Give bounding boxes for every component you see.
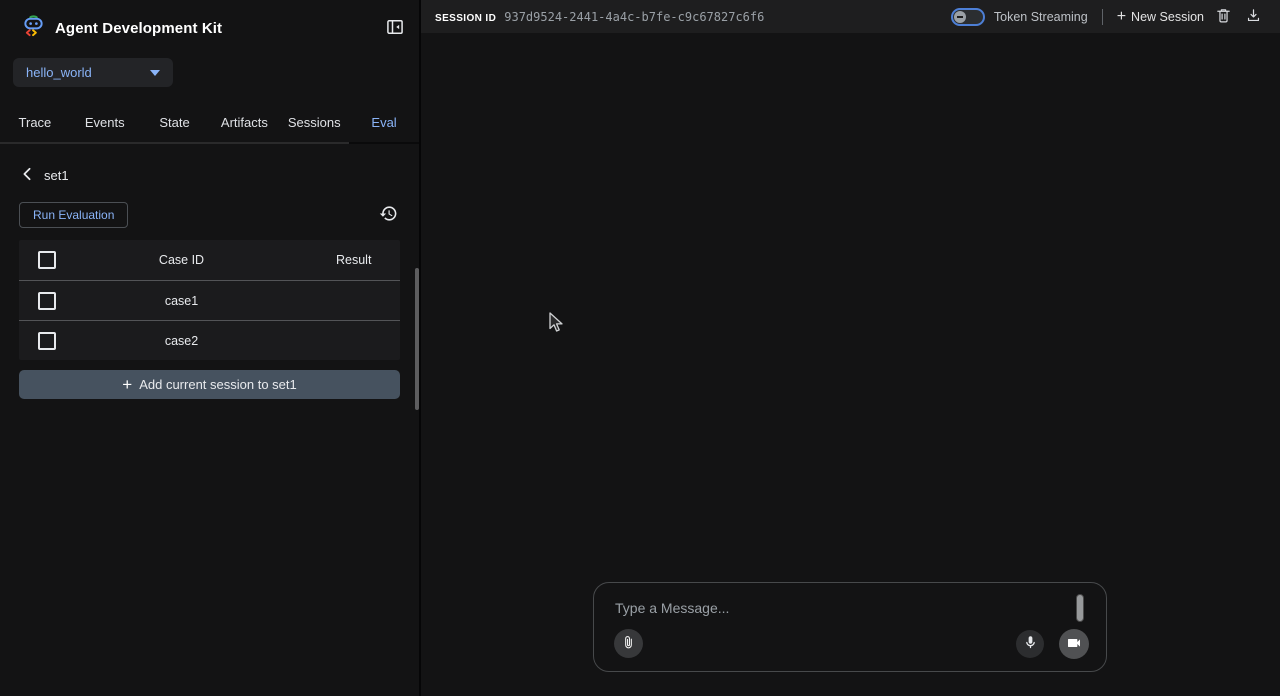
message-input-container [593,582,1107,672]
table-row[interactable]: case1 [19,280,400,320]
panel-header: Agent Development Kit [0,0,419,48]
case-id-cell[interactable]: case1 [109,294,254,308]
paperclip-icon [621,635,636,653]
add-current-session-label: Add current session to set1 [139,377,297,392]
plus-icon: + [122,376,132,393]
run-evaluation-button[interactable]: Run Evaluation [19,202,128,228]
collapse-panel-button[interactable] [383,15,407,42]
video-button[interactable] [1059,629,1089,659]
eval-set-name: set1 [44,168,69,183]
session-bar-actions: Token Streaming + New Session [951,5,1264,29]
row-checkbox[interactable] [38,292,56,310]
select-all-checkbox[interactable] [38,251,56,269]
session-id-label: SESSION ID [435,13,496,24]
back-button[interactable] [19,165,35,186]
session-bar: SESSION ID 937d9524-2441-4a4c-b7fe-c9c67… [421,0,1280,33]
tab-state[interactable]: State [140,104,210,144]
eval-panel: set1 Run Evaluation Case ID [0,144,419,696]
column-header-case-id: Case ID [109,253,254,267]
delete-session-button[interactable] [1213,5,1234,29]
adk-web-app: Agent Development Kit hello_world Trace … [0,0,1280,696]
mic-button[interactable] [1016,630,1044,658]
row-checkbox[interactable] [38,332,56,350]
agent-select-dropdown[interactable]: hello_world [13,58,173,87]
download-icon [1245,7,1262,27]
panel-scrollbar-thumb[interactable] [415,268,419,410]
tab-sessions[interactable]: Sessions [279,104,349,144]
eval-history-button[interactable] [377,202,400,228]
mic-icon [1023,635,1038,653]
token-streaming-toggle[interactable] [951,8,985,26]
app-title: Agent Development Kit [55,20,373,37]
add-current-session-button[interactable]: + Add current session to set1 [19,370,400,399]
chevron-left-icon [21,167,33,184]
dropdown-arrow-icon [150,70,160,76]
tab-artifacts[interactable]: Artifacts [209,104,279,144]
table-header-row: Case ID Result [19,240,400,280]
agent-select-value: hello_world [26,65,92,80]
session-id-group: SESSION ID 937d9524-2441-4a4c-b7fe-c9c67… [435,10,951,24]
eval-cases-table: Case ID Result case1 case2 [19,240,400,360]
attach-file-button[interactable] [614,629,643,658]
session-id-value: 937d9524-2441-4a4c-b7fe-c9c67827c6f6 [504,10,764,24]
plus-icon: + [1117,9,1126,25]
history-icon [379,204,398,226]
tab-trace[interactable]: Trace [0,104,70,144]
new-session-button[interactable]: + New Session [1117,9,1204,25]
toggle-knob [954,11,966,23]
tab-events[interactable]: Events [70,104,140,144]
input-scrollbar-thumb[interactable] [1076,594,1084,622]
tab-eval[interactable]: Eval [349,104,419,144]
column-header-result: Result [254,253,400,267]
new-session-label: New Session [1131,10,1204,24]
divider [1102,9,1103,25]
trash-icon [1215,7,1232,27]
token-streaming-label: Token Streaming [994,10,1088,24]
export-session-button[interactable] [1243,5,1264,29]
left-panel-close-icon [385,17,405,40]
side-panel: Agent Development Kit hello_world Trace … [0,0,421,696]
case-id-cell[interactable]: case2 [109,334,254,348]
videocam-icon [1066,635,1082,654]
eval-actions: Run Evaluation [19,202,400,228]
message-input[interactable] [615,600,1055,624]
breadcrumb: set1 [19,165,400,186]
table-row[interactable]: case2 [19,320,400,360]
tab-bar: Trace Events State Artifacts Sessions Ev… [0,104,419,144]
adk-logo-icon [22,14,45,42]
